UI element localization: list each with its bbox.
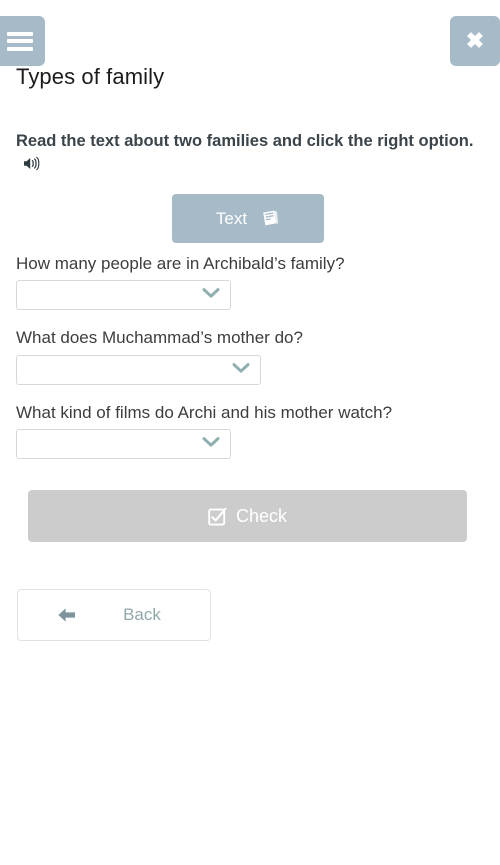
page-title: Types of family: [16, 64, 165, 89]
checkbox-checked-icon: [208, 507, 227, 526]
questions-list: How many people are in Archibald’s famil…: [16, 253, 486, 476]
question-label: How many people are in Archibald’s famil…: [16, 254, 345, 273]
question-label: What kind of films do Archi and his moth…: [16, 402, 393, 422]
answer-select-3[interactable]: [16, 428, 231, 459]
back-button-label: Back: [123, 605, 161, 624]
speaker-icon[interactable]: [23, 155, 40, 178]
question-block-2: What does Muchammad’s mother do?: [16, 327, 486, 385]
instruction-label: Read the text about two families and cli…: [16, 132, 474, 150]
answer-select-1[interactable]: [16, 280, 231, 311]
check-button[interactable]: Check: [28, 490, 467, 542]
hamburger-menu-icon: [7, 31, 33, 51]
check-button-label: Check: [235, 505, 288, 526]
menu-button[interactable]: [0, 16, 45, 66]
book-icon: [260, 209, 280, 228]
instruction-text: Read the text about two families and cli…: [16, 130, 476, 179]
question-block-1: How many people are in Archibald’s famil…: [16, 253, 486, 311]
close-x-icon: ✖: [465, 28, 485, 53]
text-button[interactable]: Text: [172, 194, 324, 243]
close-button[interactable]: ✖: [450, 16, 500, 66]
chevron-down-icon: [232, 361, 250, 379]
chevron-down-icon: [202, 286, 220, 304]
question-label: What does Muchammad’s mother do?: [16, 328, 303, 348]
answer-select-2[interactable]: [16, 354, 261, 385]
question-block-3: What kind of films do Archi and his moth…: [16, 402, 486, 459]
chevron-down-icon: [202, 435, 220, 453]
back-button[interactable]: Back: [17, 589, 211, 641]
top-bar: ✖: [0, 0, 500, 70]
text-button-label: Text: [215, 208, 248, 228]
